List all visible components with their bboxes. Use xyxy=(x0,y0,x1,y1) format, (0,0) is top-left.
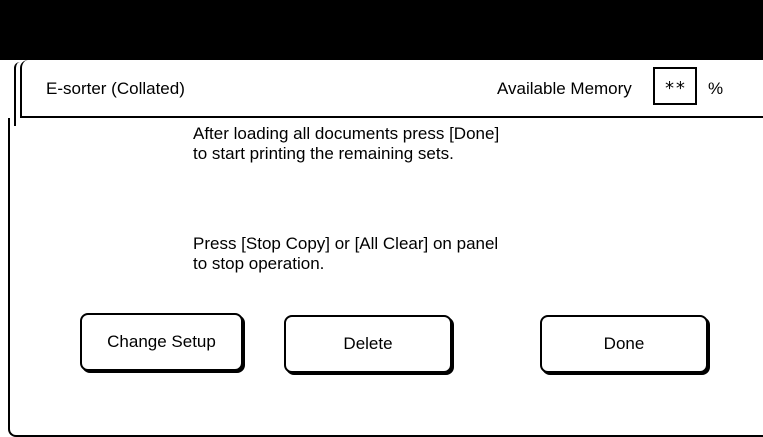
change-setup-button[interactable]: Change Setup xyxy=(80,313,243,371)
header-bar: E-sorter (Collated) Available Memory ** … xyxy=(20,60,763,118)
available-memory-value: ** xyxy=(653,67,697,105)
available-memory-label: Available Memory xyxy=(497,79,632,98)
memory-percent-unit: % xyxy=(708,79,724,98)
stop-line-1: Press [Stop Copy] or [All Clear] on pane… xyxy=(193,234,499,253)
screen-title: E-sorter (Collated) xyxy=(46,79,185,98)
instruction-line-2: to start printing the remaining sets. xyxy=(193,144,454,163)
top-black-bar xyxy=(0,0,763,60)
delete-button[interactable]: Delete xyxy=(284,315,452,373)
message-panel xyxy=(8,118,763,437)
instruction-message: After loading all documents press [Done]… xyxy=(193,124,499,164)
stop-message: Press [Stop Copy] or [All Clear] on pane… xyxy=(193,234,498,274)
stop-line-2: to stop operation. xyxy=(193,254,325,273)
done-button[interactable]: Done xyxy=(540,315,708,373)
instruction-line-1: After loading all documents press [Done] xyxy=(193,124,500,143)
